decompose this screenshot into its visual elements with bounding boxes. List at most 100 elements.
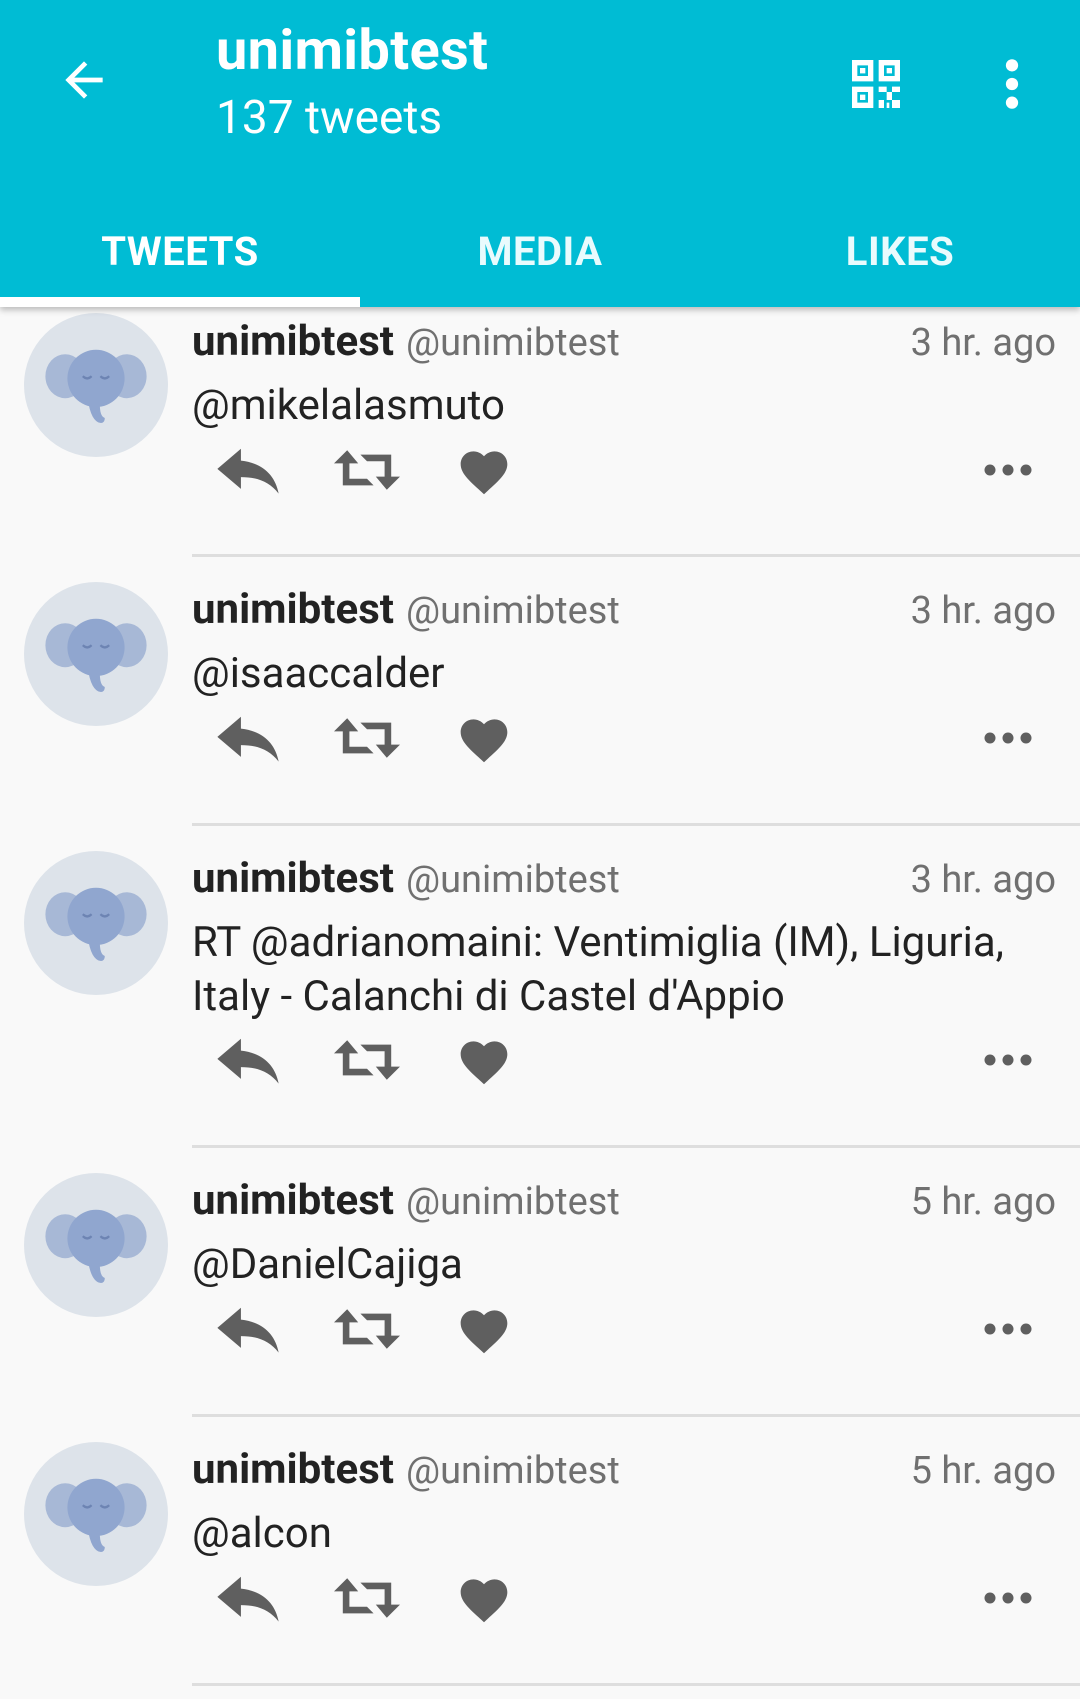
tab-bar: TWEETS MEDIA LIKES	[0, 196, 1080, 307]
tweet-author-name[interactable]: unimibtest	[192, 854, 394, 903]
tweet-timestamp: 5 hr. ago	[910, 1180, 1056, 1224]
tweet-header: unimibtest @unimibtest 3 hr. ago	[192, 585, 1056, 641]
reply-button[interactable]	[212, 1025, 284, 1095]
reply-button[interactable]	[212, 703, 284, 773]
tab-media[interactable]: MEDIA	[360, 196, 720, 307]
tweet-header: unimibtest @unimibtest 5 hr. ago	[192, 1176, 1056, 1232]
tweet-author-handle[interactable]: @unimibtest	[406, 1449, 620, 1493]
tweet-menu-button[interactable]	[978, 435, 1038, 505]
heart-icon	[460, 1041, 508, 1085]
retweet-icon	[334, 1578, 400, 1618]
like-button[interactable]	[454, 1294, 514, 1364]
elephant-avatar-icon	[45, 349, 147, 423]
title-block: unimibtest 137 tweets	[216, 14, 488, 148]
tweet-author-handle[interactable]: @unimibtest	[406, 858, 620, 902]
reply-icon	[217, 448, 279, 494]
tweet-actions	[192, 1025, 1056, 1095]
more-horiz-icon	[984, 464, 1032, 476]
heart-icon	[460, 1579, 508, 1623]
tab-likes[interactable]: LIKES	[720, 196, 1080, 307]
tweet-timestamp: 3 hr. ago	[910, 858, 1056, 902]
more-vert-icon	[1005, 59, 1019, 109]
tweet-item[interactable]: unimibtest @unimibtest 5 hr. ago @Daniel…	[0, 1148, 1080, 1417]
tweet-item[interactable]: unimibtest @unimibtest 5 hr. ago @alcon	[0, 1417, 1080, 1686]
tweet-menu-button[interactable]	[978, 703, 1038, 773]
tweet-text: @isaaccalder	[192, 649, 445, 698]
tweet-item[interactable]: unimibtest @unimibtest 3 hr. ago @mikela…	[0, 307, 1080, 557]
tab-tweets[interactable]: TWEETS	[0, 196, 360, 307]
elephant-avatar-icon	[45, 1478, 147, 1552]
tweet-author-name[interactable]: unimibtest	[192, 317, 394, 366]
tweet-menu-button[interactable]	[978, 1563, 1038, 1633]
divider	[192, 1683, 1080, 1686]
heart-icon	[460, 719, 508, 763]
qr-code-icon	[852, 60, 900, 108]
tweet-menu-button[interactable]	[978, 1294, 1038, 1364]
page-title: unimibtest	[216, 17, 489, 83]
reply-button[interactable]	[212, 435, 284, 505]
back-button[interactable]	[48, 44, 120, 116]
elephant-avatar-icon	[45, 1209, 147, 1283]
tweet-header: unimibtest @unimibtest 3 hr. ago	[192, 854, 1056, 910]
tweet-timestamp: 3 hr. ago	[910, 589, 1056, 633]
retweet-button[interactable]	[330, 1563, 404, 1633]
qr-code-button[interactable]	[836, 44, 916, 124]
tweet-item[interactable]: unimibtest @unimibtest 3 hr. ago RT @adr…	[0, 826, 1080, 1148]
retweet-button[interactable]	[330, 1294, 404, 1364]
more-horiz-icon	[984, 1592, 1032, 1604]
tweet-author-name[interactable]: unimibtest	[192, 585, 394, 634]
tweet-text: @mikelalasmuto	[192, 381, 505, 430]
avatar[interactable]	[24, 1442, 168, 1586]
tweet-header: unimibtest @unimibtest 5 hr. ago	[192, 1445, 1056, 1501]
tweet-count: 137 tweets	[216, 91, 443, 145]
retweet-button[interactable]	[330, 435, 404, 505]
arrow-left-icon	[65, 61, 103, 99]
like-button[interactable]	[454, 1025, 514, 1095]
tweet-text: @alcon	[192, 1509, 332, 1558]
retweet-icon	[334, 1040, 400, 1080]
tweet-actions	[192, 1563, 1056, 1633]
retweet-icon	[334, 450, 400, 490]
tweet-timestamp: 3 hr. ago	[910, 321, 1056, 365]
app-root: unimibtest 137 tweets TWEETS MEDIA LIKES	[0, 0, 1080, 1699]
more-horiz-icon	[984, 1054, 1032, 1066]
tweet-author-handle[interactable]: @unimibtest	[406, 321, 620, 365]
reply-button[interactable]	[212, 1563, 284, 1633]
reply-icon	[217, 716, 279, 762]
heart-icon	[460, 1310, 508, 1354]
reply-icon	[217, 1038, 279, 1084]
like-button[interactable]	[454, 435, 514, 505]
elephant-avatar-icon	[45, 618, 147, 692]
avatar[interactable]	[24, 1173, 168, 1317]
like-button[interactable]	[454, 703, 514, 773]
tweet-item[interactable]: unimibtest @unimibtest 3 hr. ago @isaacc…	[0, 557, 1080, 826]
more-horiz-icon	[984, 732, 1032, 744]
tweet-text: RT @adrianomaini: Ventimiglia (IM), Ligu…	[192, 918, 1004, 1021]
tweet-feed: unimibtest @unimibtest 3 hr. ago @mikela…	[0, 307, 1080, 1699]
tweet-author-name[interactable]: unimibtest	[192, 1176, 394, 1225]
tweet-text: @DanielCajiga	[192, 1240, 463, 1289]
avatar[interactable]	[24, 313, 168, 457]
more-horiz-icon	[984, 1323, 1032, 1335]
app-bar: unimibtest 137 tweets TWEETS MEDIA LIKES	[0, 0, 1080, 307]
tweet-author-handle[interactable]: @unimibtest	[406, 589, 620, 633]
tweet-actions	[192, 1294, 1056, 1364]
like-button[interactable]	[454, 1563, 514, 1633]
heart-icon	[460, 451, 508, 495]
avatar[interactable]	[24, 582, 168, 726]
overflow-menu-button[interactable]	[988, 44, 1036, 124]
avatar[interactable]	[24, 851, 168, 995]
retweet-icon	[334, 1309, 400, 1349]
retweet-button[interactable]	[330, 703, 404, 773]
tweet-actions	[192, 703, 1056, 773]
reply-button[interactable]	[212, 1294, 284, 1364]
reply-icon	[217, 1576, 279, 1622]
tweet-author-name[interactable]: unimibtest	[192, 1445, 394, 1494]
tweet-menu-button[interactable]	[978, 1025, 1038, 1095]
elephant-avatar-icon	[45, 887, 147, 961]
tweet-header: unimibtest @unimibtest 3 hr. ago	[192, 317, 1056, 373]
retweet-button[interactable]	[330, 1025, 404, 1095]
tweet-timestamp: 5 hr. ago	[910, 1449, 1056, 1493]
tweet-actions	[192, 435, 1056, 505]
tweet-author-handle[interactable]: @unimibtest	[406, 1180, 620, 1224]
